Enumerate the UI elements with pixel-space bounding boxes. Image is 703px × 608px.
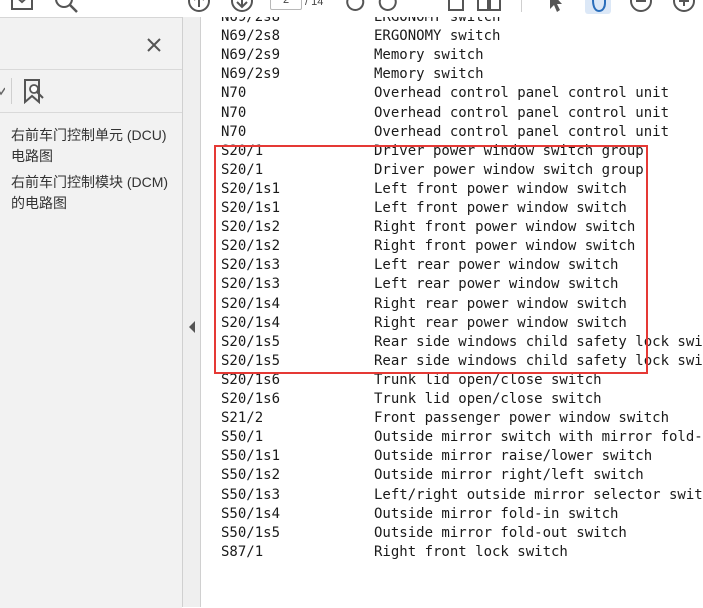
component-code: S20/1s6 [221, 391, 281, 407]
component-code: N70 [221, 104, 247, 121]
component-code: N69/2s9 [221, 47, 281, 64]
page-down-icon[interactable] [229, 0, 255, 14]
rotate-left-icon[interactable] [342, 0, 368, 14]
component-description: Left front power window switch [374, 180, 627, 197]
component-description: Overhead control panel control unit [374, 85, 670, 102]
component-description: Overhead control panel control unit [374, 123, 670, 140]
component-code: S20/1s2 [221, 238, 281, 255]
component-code: S20/1s5 [221, 352, 281, 369]
zoom-plus-icon[interactable] [671, 0, 697, 14]
component-description: Driver power window switch group [374, 161, 644, 178]
toolbar: 2 / 14 [0, 0, 703, 17]
component-code: N69/2s8 [221, 17, 281, 25]
component-code: N70 [221, 123, 247, 140]
component-description: Right front power window switch [374, 238, 636, 255]
collapse-left-icon[interactable] [188, 320, 196, 333]
page-up-icon[interactable] [186, 0, 212, 14]
component-code: S50/1s1 [221, 448, 281, 465]
chevron-down-icon[interactable] [0, 84, 6, 96]
component-code: S20/1s6 [221, 371, 281, 388]
close-icon[interactable] [145, 36, 163, 54]
bookmark-item-dcm[interactable]: 右前车门控制模块 (DCM) 的电路图 [11, 172, 179, 214]
component-code: N69/2s9 [221, 66, 281, 83]
component-description: Right front power window switch [374, 219, 636, 236]
component-description: Left/right outside mirror selector switc… [374, 486, 703, 503]
select-cursor-icon[interactable] [542, 0, 568, 14]
component-description: Right rear power window switch [374, 295, 627, 312]
component-code: S20/1s4 [221, 314, 281, 331]
component-code: N70 [221, 85, 247, 102]
component-description: Left rear power window switch [374, 257, 619, 274]
zoom-out-icon[interactable] [53, 0, 79, 14]
bookmarks-toolbar [0, 69, 182, 113]
component-description: Outside mirror fold-out switch [374, 524, 627, 541]
component-description: Trunk lid open/close switch [374, 391, 602, 407]
zoom-minus-icon[interactable] [628, 0, 654, 14]
component-description: Outside mirror right/left switch [374, 467, 644, 484]
component-description: Right front lock switch [374, 543, 568, 560]
component-code: S20/1s4 [221, 295, 281, 312]
component-code: S50/1s5 [221, 524, 281, 541]
rotate-right-icon[interactable] [375, 0, 401, 14]
component-description: Overhead control panel control unit [374, 104, 670, 121]
toolbar-divider [11, 78, 12, 104]
component-code: N69/2s8 [221, 28, 281, 45]
component-code: S20/1 [221, 161, 264, 178]
hand-tool-icon[interactable] [585, 0, 611, 14]
bookmarks-panel: 右前车门控制单元 (DCU) 电路图 右前车门控制模块 (DCM) 的电路图 [0, 17, 182, 608]
bookmark-search-icon[interactable] [22, 78, 46, 105]
component-description: ERGONOMY switch [374, 17, 501, 25]
single-page-icon[interactable] [443, 0, 469, 14]
component-description: Outside mirror raise/lower switch [374, 448, 653, 465]
component-code: S50/1 [221, 429, 264, 446]
component-description: Outside mirror switch with mirror fold-i… [374, 429, 703, 446]
page-total: / 14 [305, 0, 324, 8]
component-description: Memory switch [374, 66, 484, 83]
component-description: Driver power window switch group [374, 142, 644, 159]
component-description: Memory switch [374, 47, 484, 64]
component-description: Outside mirror fold-in switch [374, 505, 619, 522]
component-code: S20/1s1 [221, 200, 281, 216]
component-code: S50/1s4 [221, 505, 281, 522]
component-description: Rear side windows child safety lock swit… [374, 352, 703, 369]
bookmark-list: 右前车门控制单元 (DCU) 电路图 右前车门控制模块 (DCM) 的电路图 [11, 125, 179, 219]
document-view[interactable]: N69/2s8 ERGONOMY switch N69/2s8 ERGONOMY sw… [201, 17, 703, 607]
mail-icon[interactable] [9, 0, 35, 14]
page-number-input[interactable]: 2 [270, 0, 302, 10]
component-code: S20/1s3 [221, 276, 281, 293]
component-code: S20/1s1 [221, 180, 281, 197]
component-description: ERGONOMY switch [374, 28, 501, 45]
component-code: S20/1 [221, 142, 264, 159]
component-description: Rear side windows child safety lock swit… [374, 333, 703, 350]
component-description: Right rear power window switch [374, 314, 627, 331]
component-description: Front passenger power window switch [374, 410, 670, 427]
component-code: S20/1s2 [221, 219, 281, 236]
component-description: Left rear power window switch [374, 276, 619, 293]
component-code: S20/1s5 [221, 333, 281, 350]
component-description: Trunk lid open/close switch [374, 371, 602, 388]
component-description: Left front power window switch [374, 200, 627, 216]
component-code: S20/1s3 [221, 257, 281, 274]
component-code: S87/1 [221, 543, 264, 560]
component-code: S50/1s2 [221, 467, 281, 484]
two-page-icon[interactable] [476, 0, 502, 14]
bookmark-item-dcu[interactable]: 右前车门控制单元 (DCU) 电路图 [11, 125, 179, 167]
component-code: S21/2 [221, 410, 264, 427]
toolbar-divider [521, 0, 522, 12]
panel-splitter[interactable] [182, 17, 201, 607]
component-code: S50/1s3 [221, 486, 281, 503]
